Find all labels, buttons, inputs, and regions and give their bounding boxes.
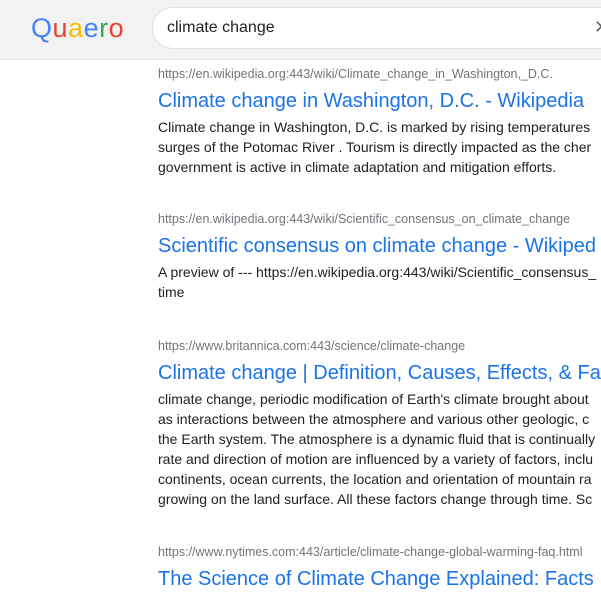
logo-letter: e [83, 13, 100, 43]
result-title-link[interactable]: Climate change in Washington, D.C. - Wik… [158, 88, 601, 114]
snippet-line: continents, ocean currents, the location… [158, 471, 592, 487]
header-bar: Quaero ✕ [0, 0, 601, 60]
logo-letter: Q [31, 13, 53, 43]
result-snippet: A preview of --- https://en.wikipedia.or… [158, 262, 601, 302]
logo-letter: u [52, 13, 69, 43]
quaero-logo[interactable]: Quaero [31, 13, 124, 43]
search-input[interactable] [167, 8, 587, 48]
result-url: https://en.wikipedia.org:443/wiki/Climat… [158, 67, 553, 81]
search-result: https://www.nytimes.com:443/article/clim… [158, 544, 601, 592]
snippet-line: surges of the Potomac River . Tourism is… [158, 139, 592, 155]
result-snippet: Climate change in Washington, D.C. is ma… [158, 117, 601, 177]
close-icon[interactable]: ✕ [594, 17, 601, 39]
snippet-line: A preview of --- https://en.wikipedia.or… [158, 264, 597, 280]
result-url: https://en.wikipedia.org:443/wiki/Scient… [158, 212, 571, 226]
snippet-line: time [158, 284, 185, 300]
search-result: https://en.wikipedia.org:443/wiki/Climat… [158, 66, 601, 177]
result-url: https://www.nytimes.com:443/article/clim… [158, 545, 583, 559]
search-results-page: Quaero ✕ https://en.wikipedia.org:443/wi… [0, 0, 601, 602]
snippet-line: rate and direction of motion are influen… [158, 451, 594, 467]
logo-letter: o [108, 13, 125, 43]
search-box: ✕ [152, 7, 601, 49]
snippet-line: growing on the land surface. All these f… [158, 491, 593, 507]
logo-letter: a [68, 13, 84, 43]
search-result: https://www.britannica.com:443/science/c… [158, 338, 601, 509]
snippet-line: Climate change in Washington, D.C. is ma… [158, 119, 591, 135]
snippet-line: climate change, periodic modification of… [158, 391, 589, 407]
search-result: https://en.wikipedia.org:443/wiki/Scient… [158, 211, 601, 302]
snippet-line: as interactions between the atmosphere a… [158, 411, 590, 427]
result-url: https://www.britannica.com:443/science/c… [158, 339, 466, 353]
logo-letter: r [99, 13, 109, 43]
result-title-link[interactable]: Climate change | Definition, Causes, Eff… [158, 360, 601, 386]
snippet-line: the Earth system. The atmosphere is a dy… [158, 431, 596, 447]
result-title-link[interactable]: The Science of Climate Change Explained:… [158, 566, 601, 592]
snippet-line: government is active in climate adaptati… [158, 159, 557, 175]
result-title-link[interactable]: Scientific consensus on climate change -… [158, 233, 601, 259]
result-snippet: climate change, periodic modification of… [158, 389, 601, 509]
